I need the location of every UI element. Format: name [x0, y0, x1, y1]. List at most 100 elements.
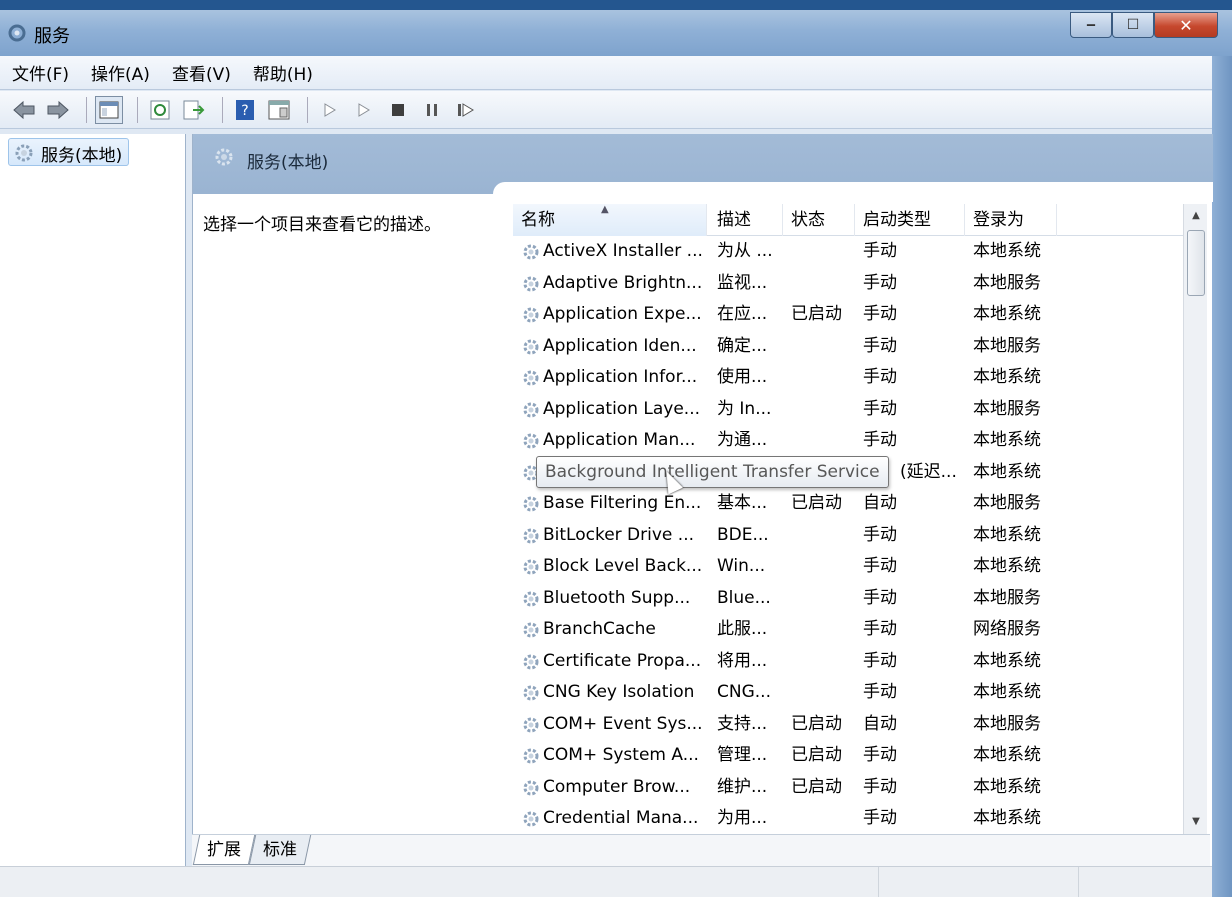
table-row[interactable]: COM+ Event Sys...支持...已启动自动本地服务 — [513, 709, 1185, 741]
cell-desc: 为 In... — [717, 394, 785, 426]
tab-extended[interactable]: 扩展 — [193, 835, 255, 865]
table-row[interactable]: Application Infor...使用...手动本地系统 — [513, 362, 1185, 394]
cell-startup: 手动 — [863, 362, 967, 394]
show-hide-console-tree-icon[interactable] — [95, 96, 123, 124]
scroll-down-icon[interactable]: ▼ — [1184, 810, 1208, 834]
service-gear-icon — [521, 557, 541, 577]
cell-status — [791, 614, 857, 646]
properties-icon[interactable] — [265, 96, 293, 124]
stop-service-icon[interactable] — [384, 96, 412, 124]
help-icon[interactable]: ? — [231, 96, 259, 124]
tree-item-services-local[interactable]: 服务(本地) — [8, 138, 129, 166]
service-gear-icon — [521, 494, 541, 514]
column-header-logon-as[interactable]: 登录为 — [965, 204, 1057, 236]
services-gear-icon — [6, 22, 28, 44]
cell-status — [791, 362, 857, 394]
table-row[interactable]: Adaptive Brightn...监视...手动本地服务 — [513, 268, 1185, 300]
cell-desc: 监视... — [717, 268, 785, 300]
table-row[interactable]: Base Filtering En...基本...已启动自动本地服务 — [513, 488, 1185, 520]
cell-startup: 手动 — [863, 772, 967, 804]
start-service-icon[interactable] — [316, 96, 344, 124]
cell-desc: BDE... — [717, 520, 785, 552]
table-row[interactable]: Credential Mana...为用...手动本地系统 — [513, 803, 1185, 835]
column-header-status[interactable]: 状态 — [783, 204, 855, 236]
cell-name: Block Level Back... — [519, 551, 709, 583]
cell-logon: 本地服务 — [973, 583, 1083, 615]
cell-startup: 手动 — [863, 425, 967, 457]
cell-status — [791, 677, 857, 709]
cell-logon: 本地服务 — [973, 709, 1083, 741]
cell-logon: 网络服务 — [973, 614, 1083, 646]
table-row[interactable]: BranchCache此服...手动网络服务 — [513, 614, 1185, 646]
column-header-description[interactable]: 描述 — [709, 204, 783, 236]
pause-service-icon[interactable] — [418, 96, 446, 124]
cell-logon: 本地系统 — [973, 457, 1083, 489]
service-gear-icon — [521, 431, 541, 451]
close-button[interactable]: ✕ — [1154, 12, 1218, 38]
service-gear-icon — [521, 526, 541, 546]
table-row[interactable]: Application Expe...在应...已启动手动本地系统 — [513, 299, 1185, 331]
title-bar[interactable]: 服务 ‒ ☐ ✕ — [0, 0, 1232, 56]
start-service-alt-icon[interactable] — [350, 96, 378, 124]
column-header-startup-type[interactable]: 启动类型 — [855, 204, 965, 236]
table-body: ActiveX Installer ...为从 ...手动本地系统Adaptiv… — [513, 236, 1185, 835]
cell-name: Application Infor... — [519, 362, 709, 394]
table-row[interactable]: Application Laye...为 In...手动本地服务 — [513, 394, 1185, 426]
cell-desc: Blue... — [717, 583, 785, 615]
table-row[interactable]: Block Level Back...Win...手动本地系统 — [513, 551, 1185, 583]
toolbar-separator — [222, 97, 223, 123]
cell-logon: 本地系统 — [973, 299, 1083, 331]
service-gear-icon — [521, 400, 541, 420]
table-row[interactable]: Bluetooth Supp...Blue...手动本地服务 — [513, 583, 1185, 615]
table-row[interactable]: COM+ System A...管理...已启动手动本地系统 — [513, 740, 1185, 772]
cell-status — [791, 331, 857, 363]
menu-help[interactable]: 帮助(H) — [253, 60, 313, 85]
service-gear-icon — [521, 652, 541, 672]
cell-logon: 本地系统 — [973, 677, 1083, 709]
table-row[interactable]: Application Man...为通...手动本地系统 — [513, 425, 1185, 457]
cell-startup: 手动 — [863, 803, 967, 835]
table-row[interactable]: Application Iden...确定...手动本地服务 — [513, 331, 1185, 363]
cell-startup: 手动 — [863, 677, 967, 709]
cell-status — [791, 520, 857, 552]
table-row[interactable]: ActiveX Installer ...为从 ...手动本地系统 — [513, 236, 1185, 268]
cell-status — [791, 583, 857, 615]
tab-standard[interactable]: 标准 — [249, 835, 311, 865]
cell-desc: 将用... — [717, 646, 785, 678]
cell-startup: 自动 — [863, 488, 967, 520]
maximize-icon: ☐ — [1127, 17, 1140, 33]
column-header-name[interactable]: ▲ 名称 — [513, 204, 707, 236]
cell-startup: 手动 — [863, 520, 967, 552]
scrollbar-thumb[interactable] — [1187, 230, 1205, 296]
service-gear-icon — [521, 337, 541, 357]
back-icon[interactable] — [10, 96, 38, 124]
cell-startup: 手动 — [863, 740, 967, 772]
tree-item-label: 服务(本地) — [41, 146, 122, 166]
cell-name: Application Laye... — [519, 394, 709, 426]
cell-name: COM+ System A... — [519, 740, 709, 772]
vertical-scrollbar[interactable]: ▲ ▼ — [1183, 204, 1207, 834]
cell-name: BranchCache — [519, 614, 709, 646]
table-row[interactable]: Computer Brow...维护...已启动手动本地系统 — [513, 772, 1185, 804]
minimize-button[interactable]: ‒ — [1070, 12, 1112, 38]
menu-view[interactable]: 查看(V) — [172, 60, 231, 85]
maximize-button[interactable]: ☐ — [1112, 12, 1154, 38]
cell-desc: 支持... — [717, 709, 785, 741]
scroll-up-icon[interactable]: ▲ — [1184, 204, 1208, 228]
service-gear-icon — [521, 274, 541, 294]
table-row[interactable]: Certificate Propa...将用...手动本地系统 — [513, 646, 1185, 678]
row-startup-partial: (延迟... — [900, 456, 957, 488]
menu-action[interactable]: 操作(A) — [91, 60, 150, 85]
forward-icon[interactable] — [44, 96, 72, 124]
table-row[interactable]: BitLocker Drive ...BDE...手动本地系统 — [513, 520, 1185, 552]
cell-status: 已启动 — [791, 709, 857, 741]
cell-desc: CNG... — [717, 677, 785, 709]
service-gear-icon — [521, 589, 541, 609]
table-row[interactable]: CNG Key IsolationCNG...手动本地系统 — [513, 677, 1185, 709]
export-list-icon[interactable] — [180, 96, 208, 124]
cell-desc: 维护... — [717, 772, 785, 804]
cell-logon: 本地系统 — [973, 362, 1083, 394]
refresh-icon[interactable] — [146, 96, 174, 124]
menu-file[interactable]: 文件(F) — [12, 60, 69, 85]
restart-service-icon[interactable] — [452, 96, 480, 124]
